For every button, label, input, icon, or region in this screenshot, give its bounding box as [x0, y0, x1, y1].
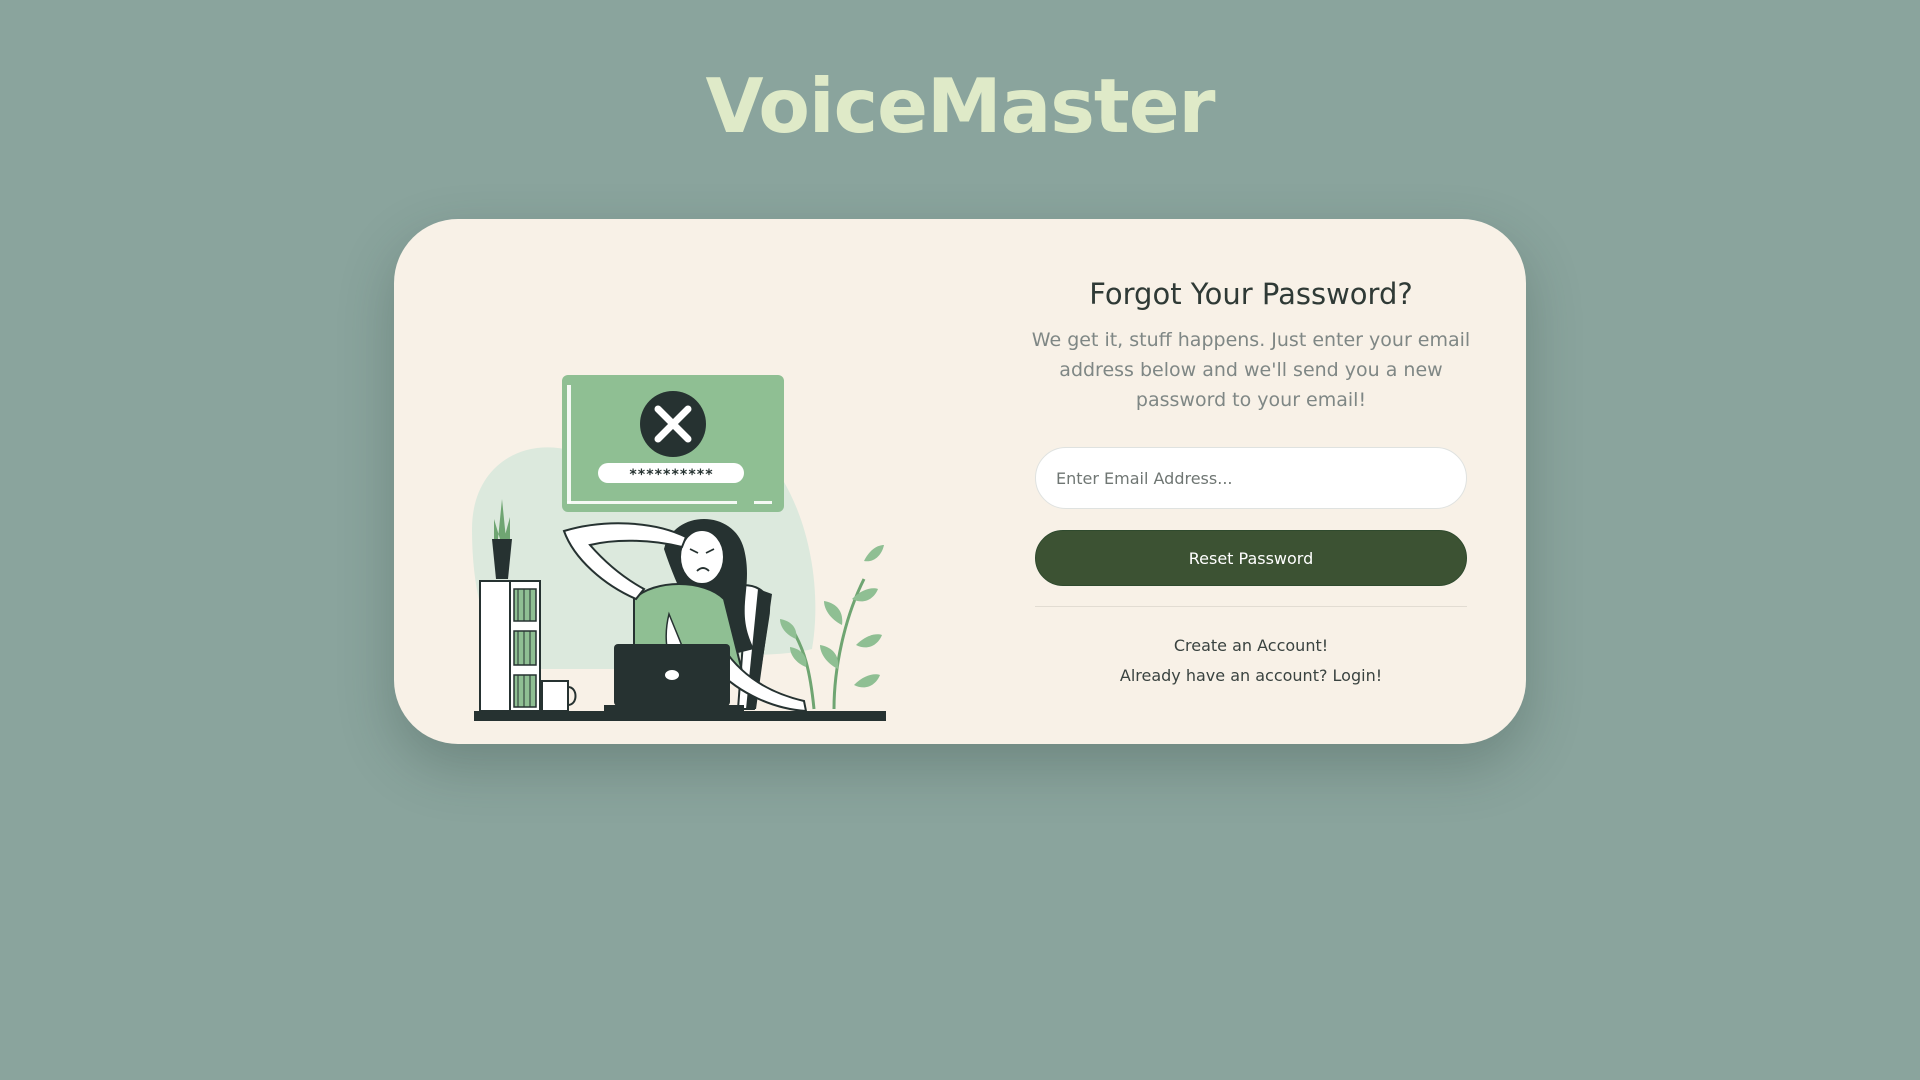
form-subtitle: We get it, stuff happens. Just enter you… — [1031, 329, 1471, 411]
auth-links: Create an Account! Already have an accou… — [1035, 631, 1467, 691]
forgot-password-illustration: ********** — [472, 375, 886, 721]
reset-password-button[interactable]: Reset Password — [1035, 530, 1467, 586]
email-input[interactable] — [1035, 447, 1467, 509]
form-divider — [1035, 606, 1467, 607]
x-error-icon — [640, 391, 706, 457]
masked-password-text: ********** — [629, 467, 713, 483]
reset-password-form: Forgot Your Password? We get it, stuff h… — [1032, 277, 1470, 691]
login-link[interactable]: Already have an account? Login! — [1035, 661, 1467, 691]
forgot-password-card: ********** Forgot Your Password? We get … — [394, 219, 1526, 744]
create-account-link[interactable]: Create an Account! — [1035, 631, 1467, 661]
brand-title: VoiceMaster — [705, 62, 1215, 150]
form-title: Forgot Your Password? — [1089, 277, 1413, 311]
